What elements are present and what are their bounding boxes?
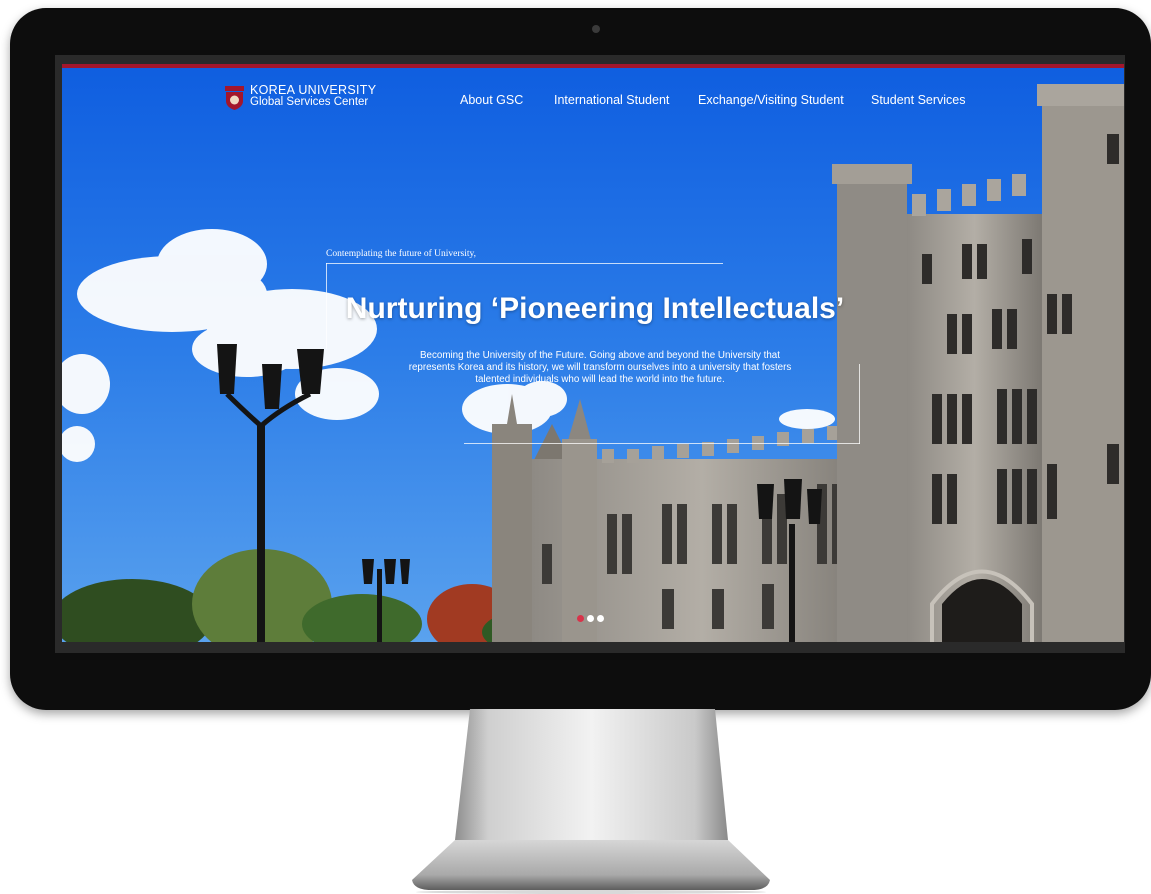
nav-about-gsc[interactable]: About GSC <box>460 93 523 107</box>
slider-dot-1[interactable] <box>577 615 584 622</box>
webcam-icon <box>592 25 600 33</box>
university-crest-icon <box>225 86 244 110</box>
nav-international-student[interactable]: International Student <box>554 93 669 107</box>
slider-dot-3[interactable] <box>597 615 604 622</box>
hero-divider-right <box>859 364 860 444</box>
hero-subtitle: Contemplating the future of University, <box>326 249 477 259</box>
slider-dot-2[interactable] <box>587 615 594 622</box>
hero-divider-top <box>326 263 723 264</box>
hero-description: Becoming the University of the Future. G… <box>408 350 792 385</box>
slider-pagination <box>577 615 604 622</box>
logo-title: KOREA UNIVERSITY <box>250 83 377 97</box>
hero-divider-bottom <box>464 443 860 444</box>
nav-exchange-visiting-student[interactable]: Exchange/Visiting Student <box>698 93 844 107</box>
accent-bar <box>62 64 1124 68</box>
logo-subtitle: Global Services Center <box>250 96 369 108</box>
website-screen: KOREA UNIVERSITY Global Services Center … <box>62 64 1124 642</box>
hero-divider-left <box>326 263 327 349</box>
hero-title: Nurturing ‘Pioneering Intellectuals’ <box>345 292 845 325</box>
nav-student-services[interactable]: Student Services <box>871 93 966 107</box>
site-logo[interactable]: KOREA UNIVERSITY Global Services Center <box>225 84 376 110</box>
